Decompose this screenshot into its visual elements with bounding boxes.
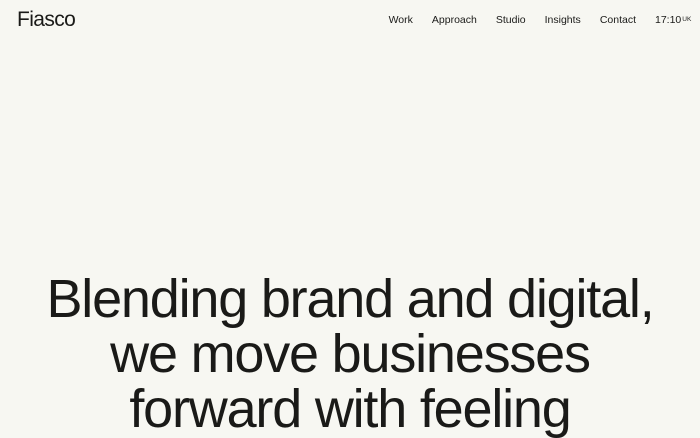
hero-line-2: we move businesses	[110, 324, 591, 384]
logo-link[interactable]: Fiasco	[17, 7, 76, 33]
local-clock: 17:10UK	[655, 14, 691, 27]
hero-line-3: forward with feeling	[129, 379, 571, 438]
nav-item-contact[interactable]: Contact	[600, 14, 636, 27]
hero-headline: Blending brand and digital, we move busi…	[0, 272, 700, 437]
hero-line-1: Blending brand and digital,	[46, 269, 654, 329]
site-header: Fiasco Work Approach Studio Insights Con…	[0, 0, 700, 40]
clock-time: 17:10	[655, 14, 682, 26]
nav-item-insights[interactable]: Insights	[545, 14, 581, 27]
nav-item-studio[interactable]: Studio	[496, 14, 526, 27]
nav-item-work[interactable]: Work	[389, 14, 413, 27]
nav-item-approach[interactable]: Approach	[432, 14, 477, 27]
main-nav: Work Approach Studio Insights Contact	[389, 14, 636, 27]
clock-zone: UK	[682, 16, 692, 23]
hero-section: Blending brand and digital, we move busi…	[0, 272, 700, 437]
